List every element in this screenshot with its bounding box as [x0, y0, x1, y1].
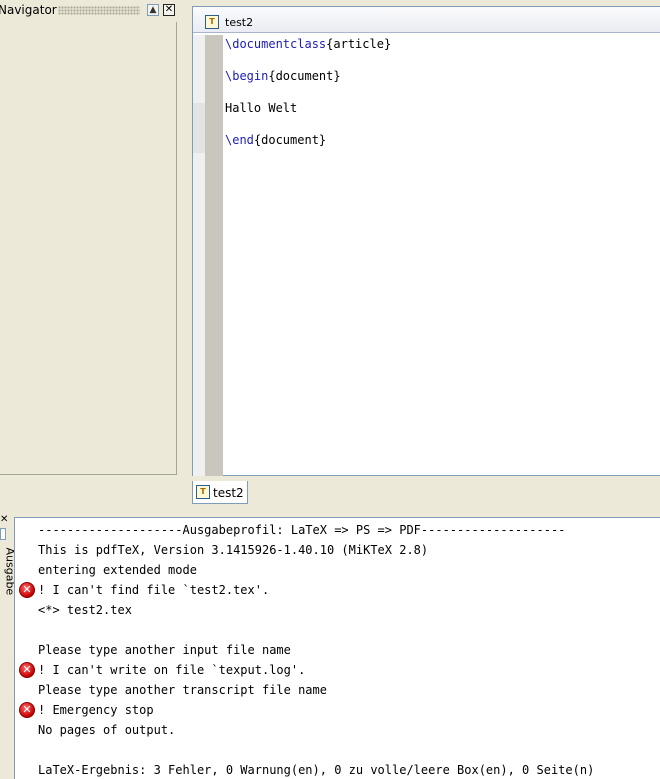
code-text: {article} [326, 37, 392, 51]
error-icon: ✕ [19, 582, 35, 598]
log-line: --------------------Ausgabeprofil: LaTeX… [38, 523, 566, 537]
log-line: <*> test2.tex [38, 603, 132, 617]
pin-icon[interactable] [0, 528, 6, 540]
editor-window: T test2 \documentclass{article} \begin{d… [192, 6, 660, 476]
editor-line-gutter[interactable] [205, 35, 223, 476]
tab-label: test2 [213, 486, 244, 500]
log-summary: LaTeX-Ergebnis: 3 Fehler, 0 Warnung(en),… [38, 763, 595, 777]
log-line: No pages of output. [38, 723, 176, 737]
code-line[interactable]: Hallo Welt [225, 101, 297, 115]
output-sidebar: ✕ Ausgabe [0, 515, 17, 779]
collapse-button[interactable]: ▲ [147, 4, 159, 16]
error-icon: ✕ [19, 702, 35, 718]
log-line: This is pdfTeX, Version 3.1415926-1.40.1… [38, 543, 429, 557]
log-line-error[interactable]: ! I can't write on file `texput.log'. [38, 663, 305, 677]
tex-document-icon: T [196, 485, 210, 499]
code-line[interactable]: \documentclass{article} [225, 37, 391, 51]
navigator-title: Navigator [0, 3, 57, 17]
document-tab-strip: T test2 [180, 476, 660, 505]
code-line[interactable]: \end{document} [225, 133, 326, 147]
horizontal-splitter[interactable] [0, 505, 660, 515]
tex-document-icon: T [205, 15, 219, 29]
output-close-button[interactable]: ✕ [0, 515, 8, 525]
error-icon: ✕ [19, 662, 35, 678]
navigator-close-button[interactable]: ✕ [163, 4, 175, 16]
log-line: Please type another input file name [38, 643, 291, 657]
vertical-splitter[interactable] [180, 0, 192, 505]
code-text: Hallo Welt [225, 101, 298, 115]
tab-test2[interactable]: T test2 [192, 481, 248, 504]
code-line[interactable]: \begin{document} [225, 69, 341, 83]
log-line: Please type another transcript file name [38, 683, 327, 697]
keyword: \documentclass [225, 37, 327, 51]
navigator-panel: Navigator ▲ ✕ [0, 0, 180, 505]
code-text: {document} [268, 69, 341, 83]
output-log[interactable]: --------------------Ausgabeprofil: LaTeX… [14, 517, 660, 779]
editor-fold-margin[interactable] [193, 35, 205, 476]
fold-marker [193, 103, 205, 153]
keyword: \end [225, 133, 254, 147]
log-line-error[interactable]: ! Emergency stop [38, 703, 154, 717]
navigator-titlebar[interactable]: Navigator ▲ ✕ [0, 0, 180, 21]
code-text: {document} [253, 133, 327, 147]
keyword: \begin [225, 69, 269, 83]
log-line-error[interactable]: ! I can't find file `test2.tex'. [38, 583, 269, 597]
drag-grip[interactable] [58, 6, 140, 15]
editor-titlebar: T test2 [193, 7, 660, 33]
navigator-content[interactable] [0, 22, 177, 475]
editor-document-title: test2 [225, 16, 254, 29]
log-line: entering extended mode [38, 563, 197, 577]
